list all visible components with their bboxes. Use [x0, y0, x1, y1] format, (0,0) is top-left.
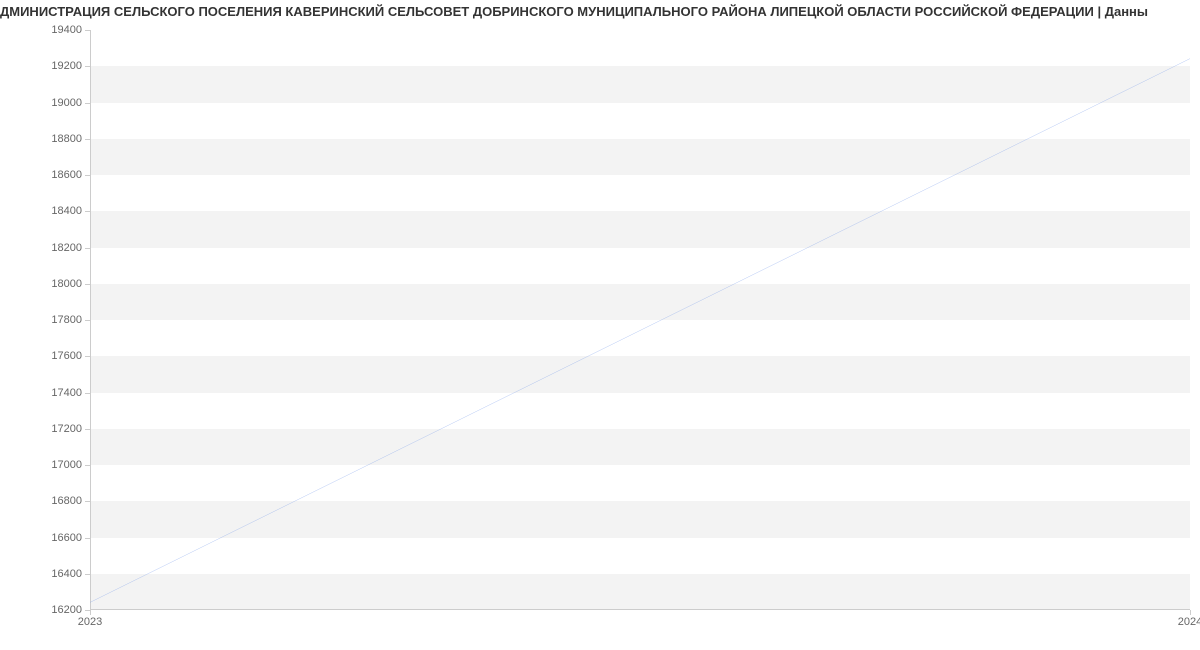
y-tick-mark: [85, 574, 90, 575]
y-tick-label: 18200: [51, 242, 82, 254]
y-tick-mark: [85, 103, 90, 104]
y-tick-mark: [85, 139, 90, 140]
y-tick-label: 16800: [51, 495, 82, 507]
plot-area: 1620016400166001680017000172001740017600…: [90, 30, 1190, 610]
y-tick-mark: [85, 248, 90, 249]
y-tick-label: 16600: [51, 532, 82, 544]
y-tick-mark: [85, 66, 90, 67]
line-path: [90, 59, 1190, 603]
y-tick-mark: [85, 393, 90, 394]
y-tick-mark: [85, 429, 90, 430]
y-tick-label: 17600: [51, 350, 82, 362]
y-tick-label: 19400: [51, 24, 82, 36]
x-tick-label: 2023: [78, 616, 102, 628]
y-tick-mark: [85, 465, 90, 466]
line-series: [90, 30, 1190, 610]
y-tick-label: 17400: [51, 387, 82, 399]
y-tick-mark: [85, 320, 90, 321]
x-tick-label: 2024: [1178, 616, 1200, 628]
y-tick-mark: [85, 30, 90, 31]
y-tick-label: 16200: [51, 604, 82, 616]
y-tick-label: 19000: [51, 97, 82, 109]
x-tick-mark: [1190, 610, 1191, 615]
y-tick-mark: [85, 211, 90, 212]
y-tick-label: 17200: [51, 423, 82, 435]
y-tick-mark: [85, 501, 90, 502]
chart-title: ДМИНИСТРАЦИЯ СЕЛЬСКОГО ПОСЕЛЕНИЯ КАВЕРИН…: [0, 0, 1200, 23]
y-tick-label: 18800: [51, 133, 82, 145]
y-tick-label: 16400: [51, 568, 82, 580]
y-tick-mark: [85, 538, 90, 539]
x-tick-mark: [90, 610, 91, 615]
chart-container: ДМИНИСТРАЦИЯ СЕЛЬСКОГО ПОСЕЛЕНИЯ КАВЕРИН…: [0, 0, 1200, 650]
y-tick-label: 17800: [51, 314, 82, 326]
y-tick-label: 18600: [51, 169, 82, 181]
y-tick-mark: [85, 284, 90, 285]
y-tick-label: 19200: [51, 60, 82, 72]
y-tick-mark: [85, 175, 90, 176]
y-tick-label: 17000: [51, 459, 82, 471]
y-tick-label: 18000: [51, 278, 82, 290]
y-tick-label: 18400: [51, 205, 82, 217]
y-tick-mark: [85, 356, 90, 357]
